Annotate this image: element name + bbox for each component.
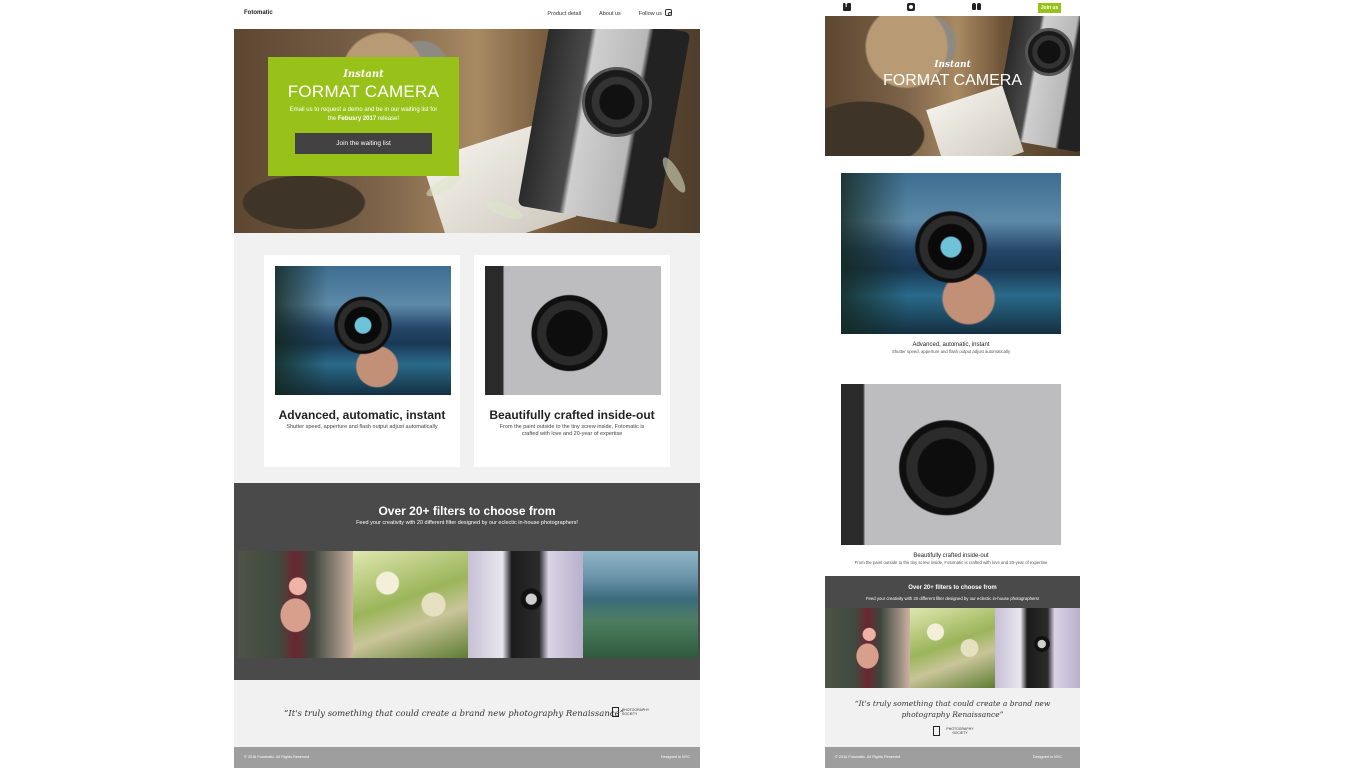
feature-text: Shutter speed, apperture and flash outpu… [286, 424, 438, 430]
filters-text: Feed your creativity with 20 different f… [356, 520, 578, 526]
feature-text: From the paint outside to the tiny screw… [854, 560, 1048, 565]
hero-title: FORMAT CAMERA [883, 72, 1022, 89]
filters-title: Over 20+ filters to choose from [908, 585, 997, 591]
mobile-feature: Advanced, automatic, instant Shutter spe… [841, 173, 1061, 354]
camera-closeup-photo [841, 384, 1061, 545]
mobile-filters-section: Over 20+ filters to choose from Feed you… [825, 576, 1080, 688]
desktop-navbar: Fotomatic Product detail About us Follow… [234, 0, 700, 29]
society-icon [933, 726, 940, 736]
hero-lens-shape [582, 67, 652, 137]
nav-links: Product detail About us Follow us [547, 11, 662, 17]
filters-text: Feed your creativity with 20 different f… [865, 596, 1040, 601]
footer-copyright: © 2016 Fotomatic. All Rights Reserved [244, 755, 310, 759]
filter-gallery [825, 608, 1080, 688]
feature-title: Beautifully crafted inside-out [489, 408, 655, 422]
society-icon [612, 707, 619, 717]
nav-link-follow-us[interactable]: Follow us [639, 11, 662, 17]
facebook-icon[interactable] [843, 2, 851, 11]
hero-copy-part: release! [376, 116, 400, 122]
feature-card: Advanced, automatic, instant Shutter spe… [264, 255, 460, 467]
photography-society-logo: PHOTOGRAPHY SOCIETY [933, 726, 977, 736]
testimonial-section: “It's truly something that could create … [234, 680, 700, 747]
mobile-navbar: Join us [825, 0, 1080, 16]
filters-section: Over 20+ filters to choose from Feed you… [234, 483, 700, 680]
join-us-button[interactable]: Join us [1038, 3, 1061, 13]
gallery-photo[interactable] [825, 608, 910, 688]
feature-title: Advanced, automatic, instant [278, 408, 446, 422]
footer-credit: Designed in NYC [660, 755, 690, 759]
gallery-photo[interactable] [995, 608, 1080, 688]
footer-credit: Designed in NYC [1032, 755, 1062, 759]
feature-card: Beautifully crafted inside-out From the … [474, 255, 670, 467]
hero-copy: Email us to request a demo and be in our… [286, 106, 441, 124]
feature-text: From the paint outside to the tiny screw… [499, 424, 645, 437]
camera-closeup-photo [485, 266, 661, 395]
hero-title: FORMAT CAMERA [287, 82, 440, 101]
hero-copy-date: Febusry 2017 [337, 116, 377, 122]
desktop-page: Fotomatic Product detail About us Follow… [234, 0, 700, 768]
desktop-footer: © 2016 Fotomatic. All Rights Reserved De… [234, 747, 700, 768]
hero-script-title: Instant [934, 60, 971, 70]
gallery-photo[interactable] [910, 608, 995, 688]
mobile-page: Join us Instant FORMAT CAMERA Advanced, … [825, 0, 1080, 768]
mobile-testimonial: “It's truly something that could create … [825, 688, 1080, 747]
lens-photo [275, 266, 451, 395]
gallery-photo[interactable] [583, 551, 698, 658]
gallery-photo[interactable] [353, 551, 468, 658]
gallery-photo[interactable] [238, 551, 353, 658]
join-waiting-list-button[interactable]: Join the waiting list [295, 133, 432, 154]
testimonial-quote: “It's truly something that could create … [854, 699, 1051, 719]
photography-society-logo: PHOTOGRAPHY SOCIETY [612, 707, 656, 717]
feature-title: Advanced, automatic, instant [912, 342, 990, 348]
nav-link-product-detail[interactable]: Product detail [547, 11, 581, 17]
filters-title: Over 20+ filters to choose from [378, 504, 556, 518]
showcase-canvas: Fotomatic Product detail About us Follow… [0, 0, 1366, 768]
instagram-icon[interactable] [665, 9, 672, 16]
hero-script-title: Instant [343, 69, 384, 80]
mobile-hero: Instant FORMAT CAMERA [825, 16, 1080, 156]
society-name: PHOTOGRAPHY SOCIETY [622, 708, 650, 716]
camera-icon[interactable] [907, 3, 915, 11]
nav-link-about-us[interactable]: About us [599, 11, 621, 17]
people-icon[interactable] [972, 3, 981, 11]
testimonial-quote: “It's truly something that could create … [284, 709, 624, 719]
gallery-photo[interactable] [468, 551, 583, 658]
filter-gallery [238, 551, 698, 658]
society-name: PHOTOGRAPHY SOCIETY [946, 727, 974, 735]
mobile-hero-text: Instant FORMAT CAMERA [825, 60, 1080, 90]
feature-text: Shutter speed, apperture and flash outpu… [891, 349, 1011, 354]
mobile-feature: Beautifully crafted inside-out From the … [841, 384, 1061, 565]
features-section: Advanced, automatic, instant Shutter spe… [234, 233, 700, 483]
lens-photo [841, 173, 1061, 334]
mobile-footer: © 2016 Fotomatic. All Rights Reserved De… [825, 747, 1080, 768]
brand-logo[interactable]: Fotomatic [244, 10, 273, 16]
feature-title: Beautifully crafted inside-out [913, 553, 989, 559]
footer-copyright: © 2016 Fotomatic. All Rights Reserved [835, 755, 901, 759]
hero-callout-box: Instant FORMAT CAMERA Email us to reques… [268, 57, 459, 176]
hero-section: Instant FORMAT CAMERA Email us to reques… [234, 29, 700, 233]
